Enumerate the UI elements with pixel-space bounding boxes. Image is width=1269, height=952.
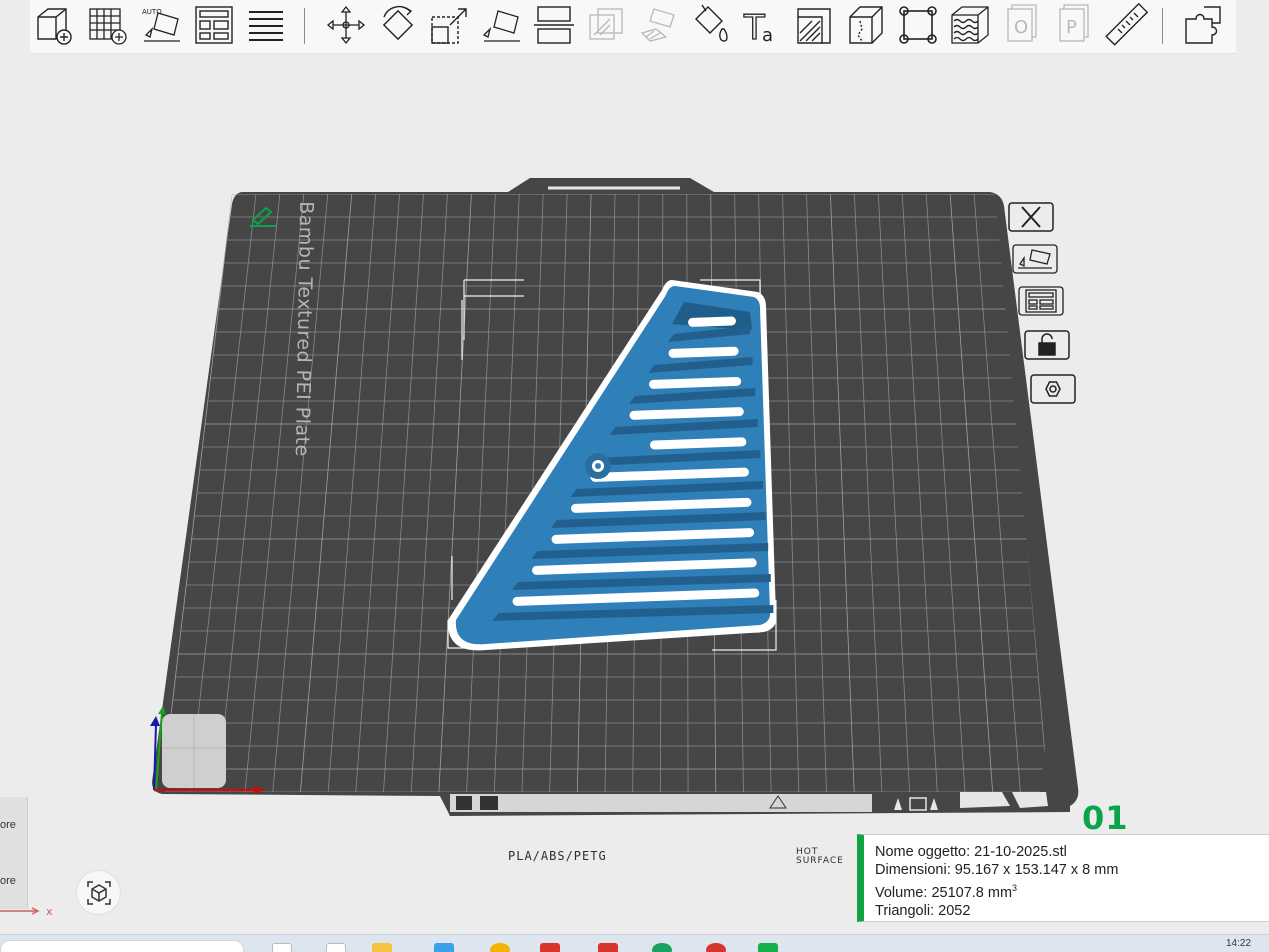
plate-arrange-icon[interactable] <box>1018 286 1064 316</box>
split-objects-icon[interactable] <box>244 3 288 47</box>
taskbar-app-icon[interactable] <box>272 943 292 952</box>
left-panel-item[interactable]: ore <box>0 875 16 887</box>
view-orientation-button[interactable] <box>77 871 120 914</box>
seam-painting-icon[interactable] <box>792 3 836 47</box>
object-name-row: Nome oggetto: 21-10-2025.stl <box>875 844 1067 860</box>
plate-name-label: Bambu Textured PEI Plate <box>290 201 318 457</box>
os-taskbar: 14:22 <box>0 934 1269 952</box>
taskbar-app-icon[interactable] <box>540 943 560 952</box>
plate-filament-label: PLA/ABS/PETG <box>508 849 607 863</box>
taskbar-app-icon[interactable] <box>434 943 454 952</box>
svg-text:a: a <box>762 25 773 46</box>
fuzzy-skin-icon[interactable] <box>948 3 992 47</box>
measure-icon[interactable] <box>1104 3 1148 47</box>
color-painting-icon[interactable] <box>688 3 732 47</box>
lay-on-face-icon[interactable] <box>480 3 524 47</box>
view-cube-icon <box>86 880 111 905</box>
taskbar-clock: 14:22 <box>1226 938 1252 949</box>
taskbar-bambu-icon[interactable] <box>758 943 778 952</box>
plate-number[interactable]: 01 <box>1082 799 1129 837</box>
edit-plate-name-icon[interactable] <box>248 204 278 228</box>
taskbar-app-icon[interactable] <box>490 943 510 952</box>
plate-auto-orient-icon[interactable] <box>1012 244 1058 274</box>
build-plate-scene <box>150 178 1079 816</box>
svg-text:x: x <box>46 905 53 918</box>
mesh-boolean-icon[interactable] <box>584 3 628 47</box>
auto-orient-icon[interactable]: AUTO <box>140 3 184 47</box>
taskbar-search[interactable] <box>0 940 244 952</box>
svg-text:O: O <box>1014 17 1028 38</box>
svg-text:AUTO: AUTO <box>142 8 162 16</box>
add-plate-icon[interactable] <box>86 3 130 47</box>
object-volume-row: Volume: 25107.8 mm3 <box>875 883 1018 901</box>
hot-surface-label: HOT SURFACE <box>796 847 844 866</box>
cut-icon[interactable] <box>532 3 576 47</box>
object-info-panel: Nome oggetto: 21-10-2025.stl Dimensioni:… <box>857 834 1269 922</box>
arrange-icon[interactable] <box>192 3 236 47</box>
fit-view-icon[interactable] <box>896 3 940 47</box>
taskbar-folder-icon[interactable] <box>372 943 392 952</box>
x-axis-indicator: x <box>0 905 53 918</box>
left-panel-item[interactable]: ore <box>0 819 16 831</box>
add-object-icon[interactable] <box>32 3 76 47</box>
rotate-icon[interactable] <box>376 3 420 47</box>
scale-icon[interactable] <box>428 3 472 47</box>
text-shape-icon[interactable]: T a <box>740 3 784 47</box>
taskbar-app-icon[interactable] <box>652 943 672 952</box>
svg-text:P: P <box>1066 17 1077 38</box>
left-side-panel: ore ore <box>0 797 28 909</box>
top-toolbar: AUTO T a O P <box>30 0 1236 54</box>
object-triangles-row: Triangoli: 2052 <box>875 902 971 919</box>
assembly-icon[interactable] <box>1182 3 1226 47</box>
support-painting-icon[interactable] <box>636 3 680 47</box>
taskbar-app-icon[interactable] <box>706 943 726 952</box>
taskbar-app-icon[interactable] <box>598 943 618 952</box>
object-dimensions-row: Dimensioni: 95.167 x 153.147 x 8 mm <box>875 862 1119 878</box>
plate-list-icon[interactable]: P <box>1052 3 1096 47</box>
move-icon[interactable] <box>324 3 368 47</box>
taskbar-app-icon[interactable] <box>326 943 346 952</box>
variable-layer-height-icon[interactable] <box>844 3 888 47</box>
object-list-icon[interactable]: O <box>1000 3 1044 47</box>
lock-plate-icon[interactable] <box>1024 330 1070 360</box>
delete-plate-icon[interactable] <box>1008 202 1054 232</box>
3d-viewport[interactable]: Bambu Textured PEI Plate 01 PLA/ABS/PETG… <box>0 54 1269 934</box>
plate-settings-icon[interactable] <box>1030 374 1076 404</box>
